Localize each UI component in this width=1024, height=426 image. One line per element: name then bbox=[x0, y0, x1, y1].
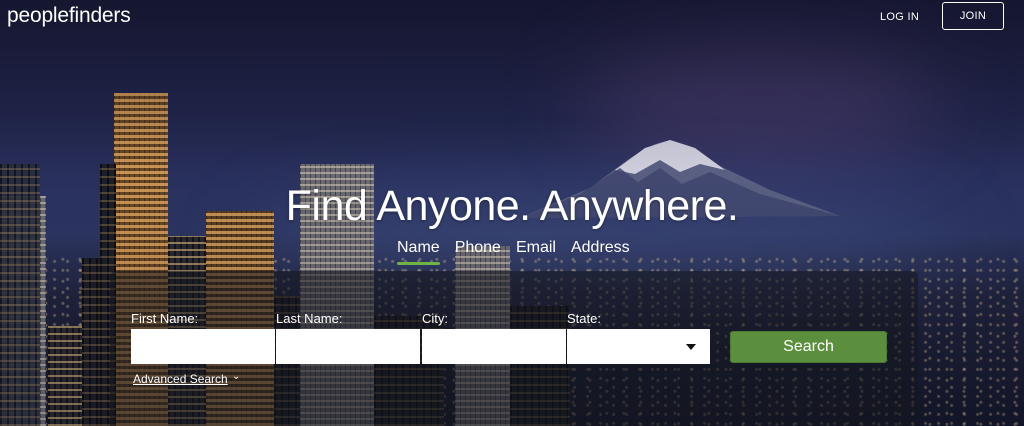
site-logo[interactable]: peoplefinders bbox=[7, 4, 131, 28]
state-label: State: bbox=[567, 311, 601, 326]
last-name-label: Last Name: bbox=[276, 311, 343, 326]
first-name-input[interactable] bbox=[131, 329, 275, 364]
last-name-input[interactable] bbox=[276, 329, 420, 364]
login-link[interactable]: LOG IN bbox=[880, 11, 919, 23]
city-label: City: bbox=[422, 311, 448, 326]
tab-name[interactable]: Name bbox=[397, 239, 440, 265]
search-button[interactable]: Search bbox=[730, 331, 887, 363]
join-button[interactable]: JOIN bbox=[942, 2, 1004, 30]
caret-down-icon bbox=[686, 344, 696, 350]
advanced-search-link[interactable]: Advanced Search bbox=[133, 372, 228, 386]
search-type-tabs: Name Phone Email Address bbox=[397, 239, 645, 265]
tab-email[interactable]: Email bbox=[516, 239, 556, 261]
city-input[interactable] bbox=[422, 329, 566, 364]
tab-phone[interactable]: Phone bbox=[455, 239, 501, 261]
first-name-label: First Name: bbox=[131, 311, 199, 326]
chevron-down-icon[interactable]: ⌄ bbox=[232, 371, 240, 382]
page-headline: Find Anyone. Anywhere. bbox=[285, 182, 739, 230]
tab-address[interactable]: Address bbox=[571, 239, 630, 261]
state-select[interactable] bbox=[567, 329, 710, 364]
